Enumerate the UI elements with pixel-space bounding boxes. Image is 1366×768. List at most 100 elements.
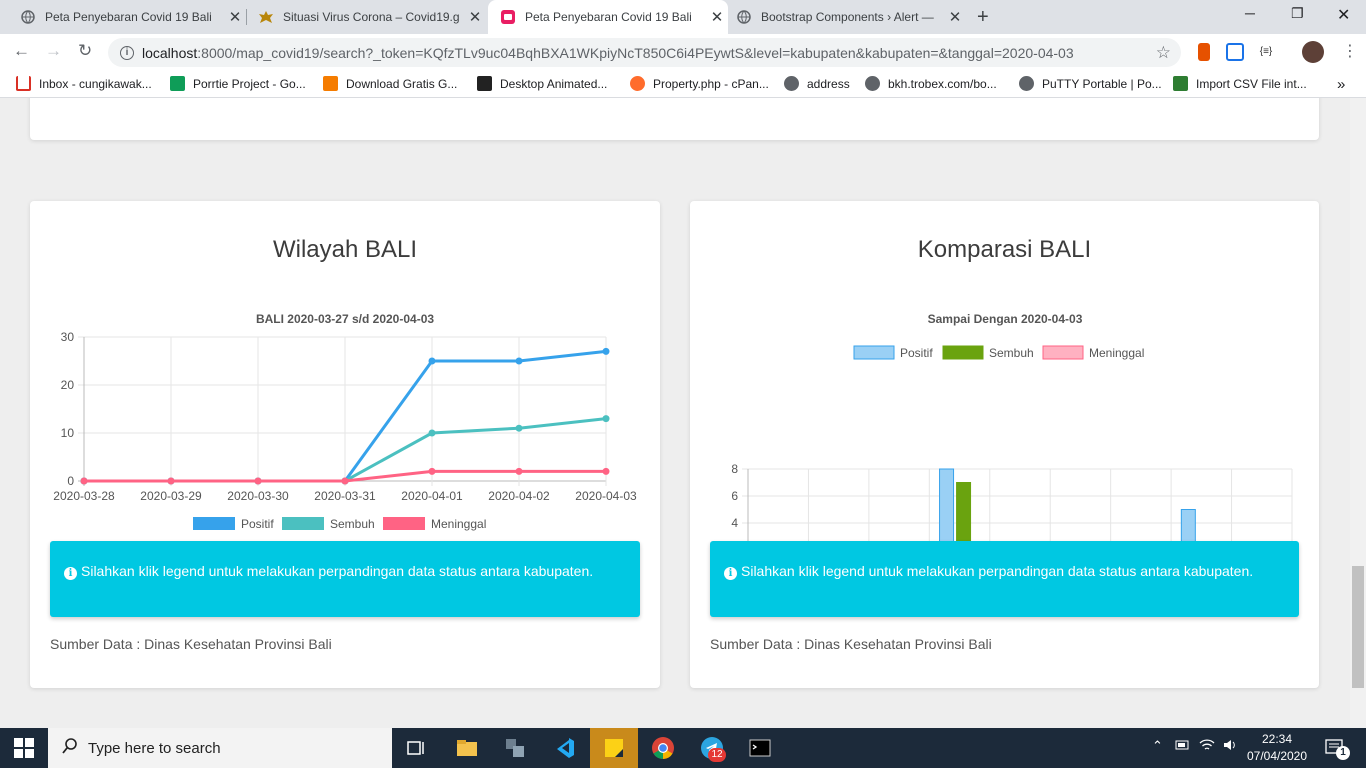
tab-title: Peta Penyebaran Covid 19 Bali [45,10,212,24]
bar [939,468,955,541]
legend-swatch [942,345,984,360]
search-placeholder: Type here to search [88,739,221,757]
line-chart[interactable]: BALI 2020-03-27 s/d 2020-04-03 0 10 20 30 202… [30,301,660,541]
card-title: Komparasi BALI [917,236,1092,263]
bookmark-item[interactable]: Porrtie Project - Go... [170,76,306,91]
terminal-icon[interactable] [748,736,772,760]
chart-title: BALI 2020-03-27 s/d 2020-04-03 [256,312,434,326]
new-tab-icon[interactable]: + [977,6,989,29]
y-tick-label: 0 [67,474,74,488]
legend-label: Meninggal [431,517,486,531]
network-app-icon[interactable] [503,736,527,760]
tray-expand-icon[interactable]: ⌃ [1152,738,1163,754]
legend-label: Sembuh [989,346,1034,360]
clock-time: 22:34 [1261,732,1293,746]
bar-chart[interactable]: Sampai Dengan 2020-04-03 Positif Sembuh Men… [690,301,1319,541]
y-tick-label: 30 [61,330,75,344]
clock[interactable]: 22:34 07/04/2020 [1246,732,1308,763]
x-tick-label: 2020-03-30 [227,489,289,503]
y-tick-label: 6 [731,489,738,503]
x-tick-label: 2020-04-02 [488,489,550,503]
wifi-icon[interactable] [1199,738,1215,755]
more-bookmarks-icon[interactable]: » [1337,76,1345,93]
bookmark-item[interactable]: Property.php - cPan... [630,76,769,91]
taskbar-search[interactable]: Type here to search [48,728,392,768]
page-scrollbar[interactable] [1350,98,1366,728]
globe-icon [784,76,799,91]
bookmark-star-icon[interactable]: ☆ [1156,43,1171,63]
json-extension-icon[interactable]: {≡} [1257,43,1275,61]
clock-date: 07/04/2020 [1246,749,1308,763]
x-tick-label: 2020-03-29 [140,489,202,503]
globe-icon [736,9,752,25]
bookmark-item[interactable]: Download Gratis G... [323,76,457,91]
info-icon[interactable]: i [120,45,134,60]
taskbar: Type here to search 12 ⌃ 22:34 07/04/202… [0,728,1366,768]
globe-icon [20,9,36,25]
tab-bar: Peta Penyebaran Covid 19 Bali ✕ Situasi … [0,0,1366,34]
garuda-icon [258,9,274,25]
sticky-notes-app[interactable] [590,728,638,768]
x-tick-label: 2020-03-31 [314,489,376,503]
sheets-icon [170,76,185,91]
legend-label: Positif [241,517,274,531]
bar [956,482,972,541]
info-circle-icon: i [724,567,737,580]
tab-4[interactable]: Bootstrap Components › Alert — ✕ [716,0,966,34]
bookmark-item[interactable]: PuTTY Portable | Po... [1019,76,1162,91]
extension-icon[interactable] [1198,43,1210,61]
file-explorer-icon[interactable] [455,736,479,760]
komparasi-card: Komparasi BALI Sampai Dengan 2020-04-03 P… [690,201,1319,688]
scrollbar-thumb[interactable] [1352,566,1364,688]
task-view-icon[interactable] [404,736,428,760]
notification-count: 1 [1336,746,1350,760]
minimize-icon[interactable]: ─ [1245,5,1255,21]
data-point [515,424,523,432]
close-window-icon[interactable]: ✕ [1337,5,1350,25]
vscode-icon[interactable] [552,736,576,760]
data-point [428,357,436,365]
bookmark-item[interactable]: Import CSV File int... [1173,76,1307,91]
y-tick-label: 4 [731,516,738,530]
top-card [30,98,1319,140]
reload-icon[interactable]: ↻ [78,41,92,61]
y-tick-label: 10 [61,426,75,440]
bookmark-item[interactable]: address [784,76,850,91]
volume-icon[interactable] [1222,738,1238,755]
address-bar[interactable]: i localhost:8000/map_covid19/search?_tok… [108,38,1181,67]
legend-swatch [282,517,324,530]
x-tick-label: 2020-03-28 [53,489,115,503]
menu-icon[interactable]: ⋮ [1342,41,1358,61]
url-text: localhost:8000/map_covid19/search?_token… [142,44,1074,61]
tab-title: Situasi Virus Corona – Covid19.g [283,10,460,24]
bookmark-item[interactable]: Inbox - cungikawak... [16,76,152,91]
search-icon [62,738,78,758]
tab-1[interactable]: Peta Penyebaran Covid 19 Bali ✕ [0,0,246,34]
chrome-icon[interactable] [651,736,675,760]
tab-2[interactable]: Situasi Virus Corona – Covid19.g ✕ [238,0,486,34]
gmail-icon [16,76,31,91]
legend-swatch [383,517,425,530]
bookmark-item[interactable]: bkh.trobex.com/bo... [865,76,997,91]
close-tab-icon[interactable]: ✕ [944,8,966,26]
data-point [602,415,610,423]
back-icon[interactable]: ← [13,41,30,61]
windows-start-icon[interactable] [14,738,34,758]
x-tick-label: 2020-04-01 [401,489,463,503]
forward-icon[interactable]: → [45,41,62,61]
extension-icon[interactable] [1226,43,1244,61]
chart-title: Sampai Dengan 2020-04-03 [928,312,1083,326]
restore-icon[interactable]: ❐ [1291,5,1304,22]
site-icon [477,76,492,91]
info-circle-icon: i [64,567,77,580]
legend-swatch [193,517,235,530]
putty-icon [1019,76,1034,91]
close-tab-icon[interactable]: ✕ [464,8,486,26]
battery-icon[interactable] [1175,739,1191,754]
tab-title: Bootstrap Components › Alert — [761,10,934,24]
legend-label: Sembuh [330,517,375,531]
avatar[interactable] [1302,41,1324,63]
y-tick-label: 20 [61,378,75,392]
tab-3-active[interactable]: Peta Penyebaran Covid 19 Bali ✕ [488,0,728,34]
bookmark-item[interactable]: Desktop Animated... [477,76,607,91]
